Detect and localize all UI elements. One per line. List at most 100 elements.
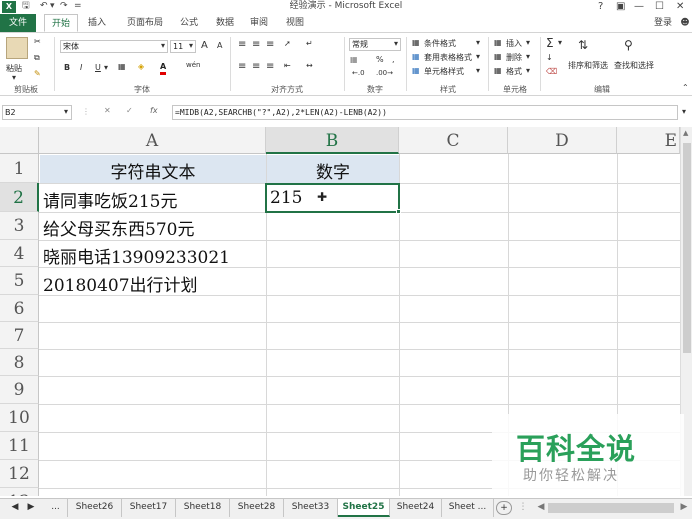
- cell-styles-button[interactable]: 单元格样式: [424, 66, 464, 77]
- row-header-13[interactable]: 13: [0, 488, 39, 496]
- percent-button[interactable]: %: [376, 55, 384, 64]
- font-name-dropdown-icon[interactable]: ▾: [161, 41, 165, 50]
- sheet-tab-sheet28[interactable]: Sheet28: [230, 499, 284, 517]
- row-header-4[interactable]: 4: [0, 240, 39, 267]
- row-header-1[interactable]: 1: [0, 154, 39, 183]
- insert-dropdown-icon[interactable]: ▾: [526, 38, 530, 47]
- tab-view[interactable]: 视图: [280, 14, 310, 32]
- decrease-decimal-icon[interactable]: .00→: [376, 69, 393, 77]
- hscroll-right-icon[interactable]: ▶: [678, 499, 690, 517]
- fill-color-icon[interactable]: ◈: [138, 62, 144, 71]
- column-header-e[interactable]: E: [617, 127, 680, 154]
- insert-cells-button[interactable]: 插入: [506, 38, 522, 49]
- select-all-corner[interactable]: [0, 127, 39, 154]
- login-link[interactable]: 登录: [648, 14, 678, 32]
- row-header-10[interactable]: 10: [0, 404, 39, 432]
- format-dropdown-icon[interactable]: ▾: [526, 66, 530, 75]
- underline-dropdown-icon[interactable]: ▾: [104, 63, 108, 72]
- row-header-8[interactable]: 8: [0, 349, 39, 376]
- confirm-entry-icon[interactable]: ✓: [126, 106, 133, 115]
- account-icon[interactable]: ☻: [678, 14, 692, 32]
- copy-icon[interactable]: ⧉: [34, 53, 40, 63]
- font-size-dropdown-icon[interactable]: ▾: [189, 41, 193, 50]
- insert-function-button[interactable]: fx: [150, 106, 158, 115]
- sheet-tab-sheet26[interactable]: Sheet26: [68, 499, 122, 517]
- cell-a4[interactable]: 晓丽电话13909233021: [43, 243, 230, 268]
- align-left-icon[interactable]: ≡: [238, 61, 246, 72]
- sheet-tab-more-left[interactable]: ...: [44, 499, 68, 517]
- cell-a5[interactable]: 20180407出行计划: [43, 271, 198, 296]
- clear-icon[interactable]: ⌫: [546, 67, 557, 76]
- scroll-sheets-left-icon[interactable]: ◀: [8, 499, 22, 517]
- cell-styles-dropdown-icon[interactable]: ▾: [476, 66, 480, 75]
- fill-handle[interactable]: [396, 209, 401, 214]
- cell-a3[interactable]: 给父母买东西570元: [43, 215, 194, 240]
- conditional-format-dropdown-icon[interactable]: ▾: [476, 38, 480, 47]
- italic-button[interactable]: I: [80, 63, 82, 72]
- middle-align-icon[interactable]: ≡: [252, 39, 260, 50]
- row-header-11[interactable]: 11: [0, 432, 39, 460]
- find-select-icon[interactable]: ⚲: [624, 38, 633, 52]
- border-icon[interactable]: ▦: [118, 62, 126, 71]
- row-header-9[interactable]: 9: [0, 376, 39, 404]
- tab-home[interactable]: 开始: [44, 14, 78, 32]
- font-color-button[interactable]: A: [160, 62, 167, 75]
- tab-insert[interactable]: 插入: [82, 14, 112, 32]
- tab-review[interactable]: 审阅: [244, 14, 274, 32]
- increase-decimal-icon[interactable]: ←.0: [352, 69, 365, 77]
- horizontal-scroll-thumb[interactable]: [548, 503, 674, 513]
- delete-cells-button[interactable]: 删除: [506, 52, 522, 63]
- align-center-icon[interactable]: ≡: [252, 61, 260, 72]
- sheet-tab-sheet18[interactable]: Sheet18: [176, 499, 230, 517]
- underline-button[interactable]: U: [95, 63, 101, 72]
- ribbon-display-icon[interactable]: ▣: [616, 0, 625, 13]
- name-box-dropdown-icon[interactable]: ▾: [64, 107, 68, 116]
- format-cells-icon[interactable]: ▦: [494, 66, 502, 75]
- row-header-5[interactable]: 5: [0, 267, 39, 295]
- top-align-icon[interactable]: ≡: [238, 39, 246, 50]
- cut-icon[interactable]: ✂: [34, 37, 41, 46]
- sheet-tab-sheet25[interactable]: Sheet25: [338, 499, 390, 517]
- column-header-d[interactable]: D: [508, 127, 617, 154]
- cell-styles-icon[interactable]: ▦: [412, 66, 420, 75]
- tab-split-grip-icon[interactable]: ⋮: [518, 499, 528, 517]
- paste-dropdown-icon[interactable]: ▾: [12, 73, 16, 82]
- insert-cells-icon[interactable]: ▦: [494, 38, 502, 47]
- sheet-tab-sheet33[interactable]: Sheet33: [284, 499, 338, 517]
- sort-filter-button[interactable]: 排序和筛选: [568, 60, 608, 71]
- decrease-font-button[interactable]: A: [217, 41, 222, 50]
- row-header-3[interactable]: 3: [0, 212, 39, 240]
- bottom-align-icon[interactable]: ≡: [266, 39, 274, 50]
- cell-a1[interactable]: 字符串文本: [40, 158, 266, 183]
- indent-icon[interactable]: ⇤: [284, 61, 291, 70]
- format-as-table-button[interactable]: 套用表格格式: [424, 52, 472, 63]
- delete-cells-icon[interactable]: ▦: [494, 52, 502, 61]
- merge-cells-icon[interactable]: ↔: [306, 61, 313, 70]
- increase-font-button[interactable]: A: [201, 40, 208, 51]
- font-name-select[interactable]: 宋体: [60, 40, 168, 53]
- conditional-format-button[interactable]: 条件格式: [424, 38, 456, 49]
- tab-formulas[interactable]: 公式: [174, 14, 204, 32]
- tab-data[interactable]: 数据: [210, 14, 240, 32]
- collapse-ribbon-icon[interactable]: ⌃: [682, 83, 689, 92]
- format-table-dropdown-icon[interactable]: ▾: [476, 52, 480, 61]
- orientation-icon[interactable]: ➚: [284, 39, 291, 48]
- column-header-a[interactable]: A: [39, 127, 266, 154]
- scroll-sheets-right-icon[interactable]: ▶: [24, 499, 38, 517]
- fill-down-icon[interactable]: ↓: [546, 53, 553, 62]
- find-select-button[interactable]: 查找和选择: [614, 60, 654, 71]
- row-header-12[interactable]: 12: [0, 460, 39, 488]
- comma-button[interactable]: ,: [392, 55, 395, 64]
- wrap-text-icon[interactable]: ↵: [306, 39, 313, 48]
- number-format-dropdown-icon[interactable]: ▾: [394, 39, 398, 48]
- close-icon[interactable]: ✕: [676, 0, 684, 13]
- tab-page-layout[interactable]: 页面布局: [120, 14, 170, 32]
- format-painter-icon[interactable]: ✎: [34, 69, 41, 78]
- row-header-7[interactable]: 7: [0, 322, 39, 349]
- format-table-icon[interactable]: ▦: [412, 52, 420, 61]
- phonetic-button[interactable]: wén: [186, 61, 200, 69]
- sheet-tab-sheet17[interactable]: Sheet17: [122, 499, 176, 517]
- cancel-entry-icon[interactable]: ✕: [104, 106, 111, 115]
- hscroll-left-icon[interactable]: ◀: [536, 499, 546, 517]
- maximize-icon[interactable]: ☐: [655, 0, 664, 13]
